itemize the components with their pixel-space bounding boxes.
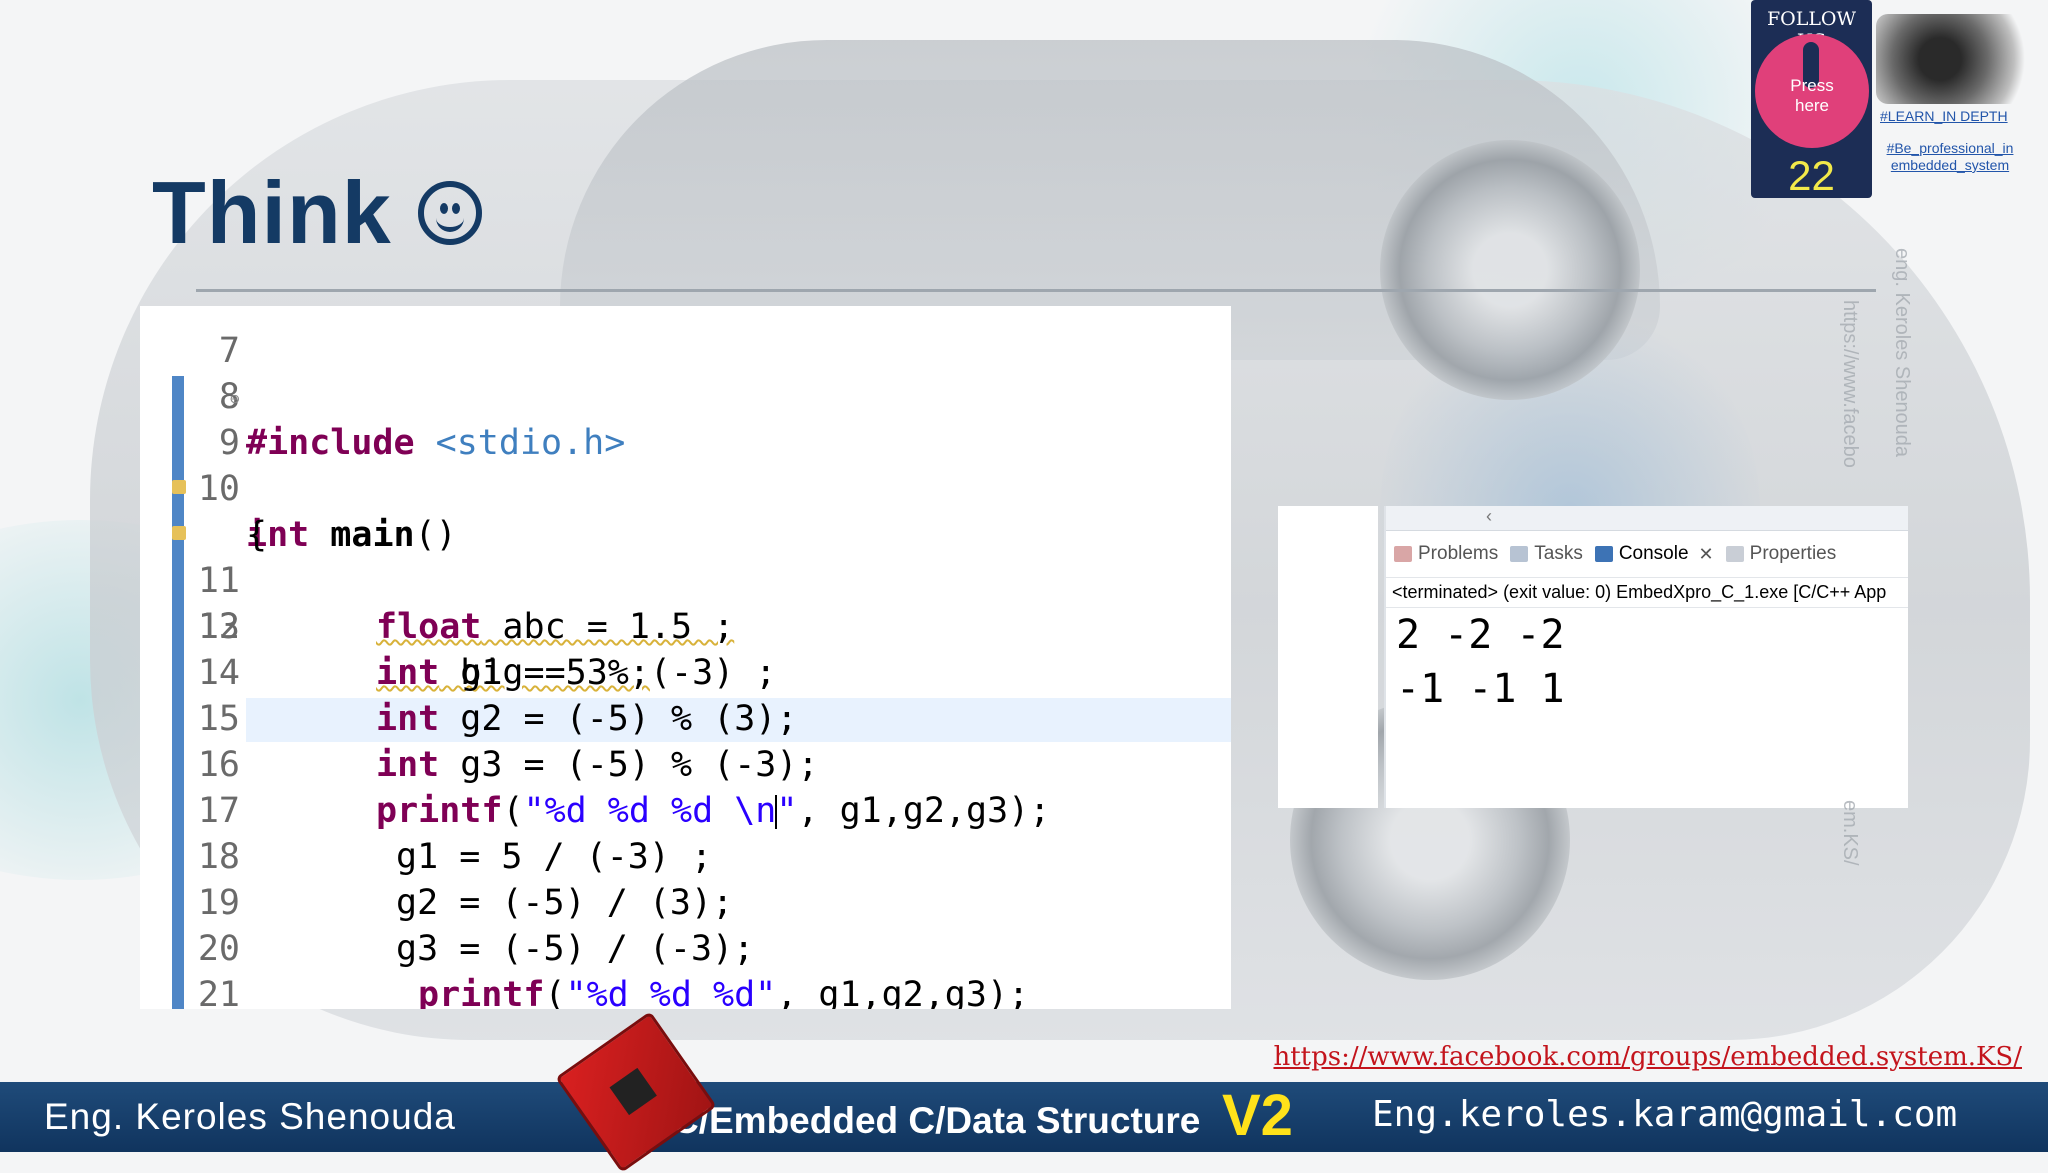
footer-bar: Eng. Keroles Shenouda C/Embedded C/Data … — [0, 1082, 2048, 1152]
code-line: 7 — [140, 306, 1231, 371]
tab-console[interactable]: Console ✕ — [1594, 543, 1714, 565]
view-tabs: Problems Tasks Console ✕ Properties — [1386, 531, 1908, 578]
follow-us-badge[interactable]: FOLLOW US Press here 22 — [1751, 0, 1872, 198]
footer-version: V2 — [1222, 1083, 1293, 1148]
console-icon — [1594, 546, 1613, 562]
problems-icon — [1394, 546, 1412, 562]
car-engine-thumbnail — [1876, 14, 2036, 104]
smiley-mouth — [435, 209, 464, 232]
author-watermark: eng. Keroles Shenouda — [1891, 248, 1913, 458]
url-watermark: em.KS/ — [1839, 800, 1861, 866]
console-output-line: -1 -1 1 — [1396, 666, 1565, 712]
console-left-margin — [1278, 506, 1378, 808]
title-divider — [196, 289, 1876, 292]
code-line[interactable]: 9 ⊖ int main() — [140, 374, 1231, 555]
tasks-icon — [1510, 546, 1529, 562]
code-line[interactable]: 22 } — [140, 972, 1231, 1009]
warning-icon[interactable] — [172, 480, 186, 494]
close-icon[interactable]: ✕ — [1699, 544, 1714, 565]
code-line[interactable]: 15 int g3 = (-5) % (-3); — [140, 650, 1231, 785]
scroll-left-icon[interactable]: ‹ — [1486, 506, 1492, 527]
smiley-icon — [417, 181, 482, 245]
url-watermark: https://www.facebo — [1839, 300, 1861, 468]
tab-tasks[interactable]: Tasks — [1510, 543, 1583, 565]
code-line[interactable]: 17 g1 = 5 / (-3) ; — [140, 742, 1231, 877]
be-professional-link[interactable]: #Be_professional_in embedded_system — [1880, 140, 2020, 174]
press-here-button[interactable]: Press here — [1755, 34, 1869, 148]
fold-toggle-icon[interactable]: ⊖ — [230, 376, 240, 422]
tab-label: Tasks — [1534, 543, 1583, 564]
code-line[interactable]: 11 float abc = 1.5 ; — [140, 466, 1231, 647]
slide-title: Think — [152, 163, 392, 262]
code-line[interactable]: 20 printf("%d %d %d", g1,g2,g3); — [140, 880, 1231, 1009]
tab-properties[interactable]: Properties — [1725, 543, 1837, 565]
code-line[interactable]: 13 int g1 = 5 % (-3) ; — [140, 558, 1231, 693]
footer-author: Eng. Keroles Shenouda — [44, 1096, 456, 1137]
code-line[interactable]: 21 return 0; — [140, 926, 1231, 1009]
learn-in-depth-link[interactable]: #LEARN_IN DEPTH — [1880, 108, 2008, 124]
code-line[interactable]: 8 #include <stdio.h> — [140, 328, 1231, 463]
board-chip — [609, 1067, 657, 1116]
warning-icon[interactable] — [172, 526, 186, 540]
code-line[interactable]: 10 { — [140, 420, 1231, 555]
footer-course-title: C/Embedded C/Data Structure — [672, 1100, 1201, 1141]
here-label: here — [1794, 96, 1830, 115]
console-scroll-header: ‹ — [1386, 506, 1908, 531]
code-line[interactable]: 18 g2 = (-5) / (3); — [140, 788, 1231, 923]
console-output-line: 2 -2 -2 — [1396, 612, 1565, 658]
wheel-shape — [1380, 140, 1640, 400]
tab-label: Console — [1618, 543, 1689, 564]
tab-problems[interactable]: Problems — [1394, 543, 1498, 565]
code-line[interactable]: 16 printf("%d %d %d \n", g1,g2,g3); — [140, 696, 1231, 831]
slide-number: 22 — [1788, 152, 1835, 198]
properties-icon — [1725, 546, 1744, 562]
console-view[interactable]: ‹ Problems Tasks Console ✕ Properties <t… — [1384, 506, 1908, 808]
console-status: <terminated> (exit value: 0) EmbedXpro_C… — [1386, 578, 1908, 608]
code-line[interactable]: 14 int g2 = (-5) % (3); — [140, 604, 1231, 739]
code-line[interactable]: 19 g3 = (-5) / (-3); — [140, 834, 1231, 969]
footer-email: Eng.keroles.karam@gmail.com — [1372, 1094, 1958, 1135]
code-editor[interactable]: 7 8 #include <stdio.h> 9 ⊖ int main() 10… — [140, 306, 1231, 1009]
code-line[interactable]: 12 int big = 3 ; — [140, 512, 1231, 693]
tab-label: Properties — [1749, 543, 1837, 564]
press-label: Press — [1790, 76, 1834, 95]
slide-title-row: Think — [152, 162, 482, 264]
facebook-group-link[interactable]: https://www.facebook.com/groups/embedded… — [1273, 1042, 2022, 1072]
tab-label: Problems — [1418, 543, 1499, 564]
